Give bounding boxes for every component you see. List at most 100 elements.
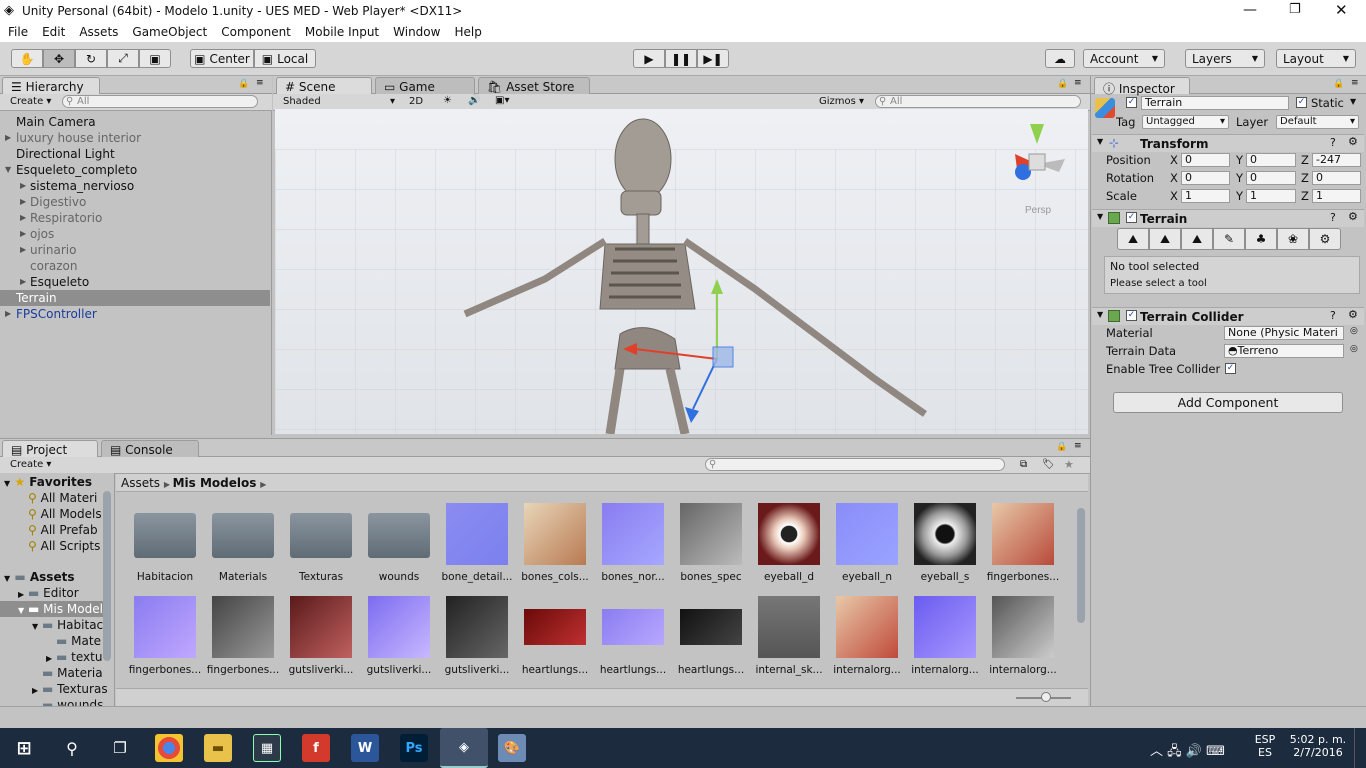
hierarchy-item-main-camera[interactable]: Main Camera	[0, 114, 270, 130]
tab-game[interactable]: ▭ Game	[375, 77, 475, 94]
favorite-item[interactable]: ⚲ All Materi	[28, 490, 97, 506]
asset-item[interactable]: fingerbones...	[204, 596, 280, 684]
scene-view[interactable]: Persp	[275, 109, 1088, 434]
hierarchy-item-directional-light[interactable]: Directional Light	[0, 146, 270, 162]
panel-menu-icon[interactable]: ≡	[1074, 78, 1082, 88]
clock[interactable]: 5:02 p. m. 2/7/2016	[1288, 733, 1348, 759]
tree-scrollbar[interactable]	[103, 491, 111, 661]
scale-y-field[interactable]: 1	[1246, 189, 1296, 203]
panel-menu-icon[interactable]: ≡	[256, 78, 264, 88]
favorites-header[interactable]: ▼ ★ Favorites	[4, 474, 92, 490]
pivot-local-button[interactable]: ▣ Local	[254, 49, 316, 68]
menu-mobile-input[interactable]: Mobile Input	[298, 22, 386, 42]
favorite-star-icon[interactable]: ★	[1064, 458, 1074, 471]
tab-scene[interactable]: # Scene	[276, 77, 372, 94]
active-checkbox[interactable]: ✓	[1126, 97, 1137, 108]
scale-z-field[interactable]: 1	[1312, 189, 1361, 203]
close-button[interactable]: ✕	[1335, 1, 1348, 19]
hierarchy-item-esqueleto-completo[interactable]: ▼ Esqueleto_completo	[0, 162, 270, 178]
pause-button[interactable]: ❚❚	[665, 49, 697, 68]
terrain-component-header[interactable]: ▼ ✓ Terrain ? ⚙	[1092, 209, 1364, 227]
play-button[interactable]: ▶	[633, 49, 665, 68]
hierarchy-item-respiratorio[interactable]: ▶ Respiratorio	[0, 210, 270, 226]
asset-item[interactable]: Materials	[204, 503, 280, 591]
position-y-field[interactable]: 0	[1246, 153, 1296, 167]
tab-console[interactable]: ▤ Console	[101, 440, 199, 457]
menu-component[interactable]: Component	[214, 22, 298, 42]
asset-item[interactable]: heartlungs...	[672, 596, 748, 684]
expand-arrow-icon[interactable]: ▶	[20, 178, 26, 194]
favorite-item[interactable]: ⚲ All Models	[28, 506, 102, 522]
hierarchy-item-esqueleto[interactable]: ▶ Esqueleto	[0, 274, 270, 290]
expand-arrow-icon[interactable]: ▶	[5, 130, 11, 146]
asset-item[interactable]: heartlungs...	[516, 596, 592, 684]
scale-x-field[interactable]: 1	[1181, 189, 1230, 203]
asset-item[interactable]: internalorg...	[828, 596, 904, 684]
hierarchy-item-fpscontroller[interactable]: ▶ FPSController	[0, 306, 270, 322]
tree-item-materials-2[interactable]: ▬ Materia	[42, 665, 103, 681]
tree-item-habitacion[interactable]: ▼ ▬ Habitac	[32, 617, 103, 633]
menu-assets[interactable]: Assets	[72, 22, 125, 42]
asset-item[interactable]: bone_detail...	[438, 503, 514, 591]
menu-gameobject[interactable]: GameObject	[125, 22, 214, 42]
material-field[interactable]: None (Physic Materi	[1224, 326, 1344, 340]
breadcrumb-assets[interactable]: Assets	[121, 476, 160, 490]
hierarchy-item-urinario[interactable]: ▶ urinario	[0, 242, 270, 258]
asset-item[interactable]: bones_nor...	[594, 503, 670, 591]
position-x-field[interactable]: 0	[1181, 153, 1230, 167]
expand-arrow-icon[interactable]: ▶	[20, 242, 26, 258]
hierarchy-item-sistema-nervioso[interactable]: ▶ sistema_nervioso	[0, 178, 270, 194]
asset-item[interactable]: gutsliverki...	[438, 596, 514, 684]
asset-item[interactable]: eyeball_n	[828, 503, 904, 591]
word-icon[interactable]: W	[351, 734, 379, 762]
terrain-collider-header[interactable]: ▼ ✓ Terrain Collider ? ⚙	[1092, 307, 1364, 325]
paint-height-icon[interactable]: ⛰	[1149, 228, 1181, 250]
terrain-enabled-checkbox[interactable]: ✓	[1126, 212, 1137, 223]
object-picker-icon[interactable]: ◎	[1350, 344, 1358, 354]
breadcrumb-mis-modelos[interactable]: Mis Modelos	[173, 476, 257, 490]
raise-terrain-icon[interactable]: ⛰	[1117, 228, 1149, 250]
flash-icon[interactable]: f	[302, 734, 330, 762]
chevron-up-icon[interactable]: ︿	[1150, 744, 1163, 759]
restore-button[interactable]: ❐	[1289, 2, 1301, 17]
layer-dropdown[interactable]: Default ▾	[1276, 115, 1359, 129]
paint-icon[interactable]: 🎨	[498, 734, 526, 762]
menu-edit[interactable]: Edit	[35, 22, 72, 42]
transform-header[interactable]: ▼ ⊹ Transform ? ⚙	[1092, 134, 1364, 152]
asset-item[interactable]: Habitacion	[126, 503, 202, 591]
terrain-data-field[interactable]: ◓Terreno	[1224, 344, 1344, 358]
menu-window[interactable]: Window	[386, 22, 447, 42]
filter-label-icon[interactable]: 🏷	[1042, 459, 1055, 470]
help-icon[interactable]: ?	[1330, 309, 1336, 322]
panel-menu-icon[interactable]: ≡	[1074, 441, 1082, 451]
assets-root[interactable]: ▼ ▬ Assets	[4, 569, 74, 585]
windows-start-icon[interactable]: ⊞	[10, 734, 38, 762]
tree-collider-checkbox[interactable]: ✓	[1225, 363, 1236, 374]
tab-hierarchy[interactable]: ☰ Hierarchy	[2, 77, 100, 94]
asset-item[interactable]: fingerbones...	[126, 596, 202, 684]
rotation-x-field[interactable]: 0	[1181, 171, 1230, 185]
collapse-arrow-icon[interactable]: ▼	[5, 162, 11, 178]
panel-menu-icon[interactable]: ≡	[1351, 78, 1359, 88]
expand-arrow-icon[interactable]: ▶	[20, 274, 26, 290]
terrain-settings-icon[interactable]: ⚙	[1309, 228, 1341, 250]
favorite-item[interactable]: ⚲ All Scripts	[28, 538, 100, 554]
static-dropdown-icon[interactable]: ▼	[1350, 97, 1356, 106]
tab-project[interactable]: ▤ Project	[2, 440, 98, 457]
step-button[interactable]: ▶❚	[697, 49, 729, 68]
photoshop-icon[interactable]: Ps	[400, 734, 428, 762]
help-icon[interactable]: ?	[1330, 136, 1336, 149]
rotation-z-field[interactable]: 0	[1312, 171, 1361, 185]
asset-scrollbar[interactable]	[1077, 508, 1085, 623]
zoom-slider-thumb[interactable]	[1041, 692, 1051, 702]
object-name-field[interactable]: Terrain	[1141, 96, 1289, 110]
create-dropdown[interactable]: Create ▾	[10, 96, 51, 107]
hierarchy-item-terrain[interactable]: Terrain	[0, 290, 270, 306]
gear-icon[interactable]: ⚙	[1348, 308, 1358, 321]
task-view-icon[interactable]: ❐	[106, 734, 134, 762]
hand-tool-icon[interactable]: ✋	[11, 49, 43, 68]
pivot-center-button[interactable]: ▣ Center	[190, 49, 254, 68]
static-checkbox[interactable]: ✓	[1296, 97, 1307, 108]
collapse-arrow-icon[interactable]: ▼	[1097, 310, 1103, 319]
asset-item[interactable]: bones_cols...	[516, 503, 592, 591]
